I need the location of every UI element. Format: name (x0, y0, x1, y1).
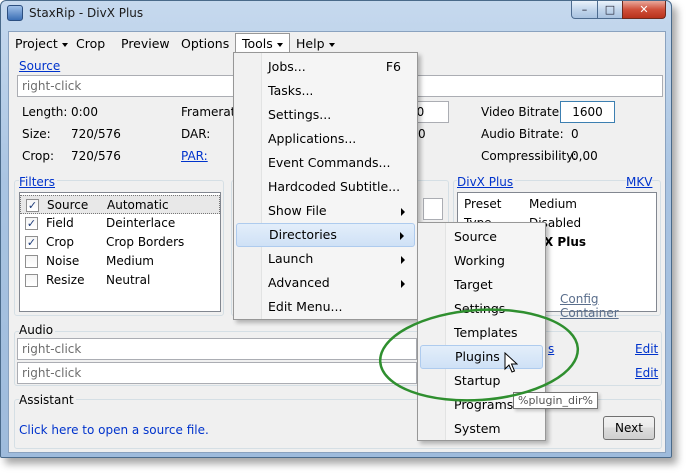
encoder-row-name: Preset (464, 197, 502, 211)
check-icon[interactable]: ✓ (26, 199, 39, 212)
submenu-arrow-icon (400, 232, 404, 240)
mouse-cursor-icon (504, 352, 518, 373)
dar-label: DAR: (181, 127, 211, 141)
source-link[interactable]: Source (19, 59, 60, 73)
menu-item-settings[interactable]: Settings... (236, 104, 415, 128)
size-label: Size: (22, 127, 51, 141)
filter-row-resize[interactable]: Resize Neutral (20, 271, 220, 290)
encoder-link[interactable]: DivX Plus (457, 175, 516, 189)
filter-row-source[interactable]: ✓ Source Automatic (20, 195, 220, 214)
audio-track2-field[interactable]: right-click (17, 362, 417, 384)
length-value: 0:00 (71, 105, 98, 119)
submenu-arrow-icon (401, 208, 405, 216)
menu-item-advanced[interactable]: Advanced (236, 272, 415, 296)
shortcut-label: F6 (385, 59, 401, 74)
title-bar[interactable]: StaxRip - DivX Plus – □ ✕ (1, 1, 671, 27)
highlight-ellipse (378, 308, 580, 402)
menu-tools[interactable]: Tools (235, 33, 290, 53)
menu-item-launch[interactable]: Launch (236, 248, 415, 272)
partial-field (423, 198, 443, 220)
filters-link[interactable]: Filters (19, 175, 57, 189)
audio-track1-field[interactable]: right-click (17, 338, 417, 360)
filters-list: ✓ Source Automatic ✓ Field Deinterlace ✓… (19, 192, 221, 312)
dir-item-source[interactable]: Source (420, 226, 543, 250)
menu-item-tasks[interactable]: Tasks... (236, 80, 415, 104)
dir-item-working[interactable]: Working (420, 250, 543, 274)
audio-edit-link-2[interactable]: Edit (635, 366, 658, 380)
menu-help[interactable]: Help (296, 36, 335, 51)
check-icon[interactable]: ✓ (25, 217, 38, 230)
filter-value: Medium (106, 254, 154, 268)
minimize-button[interactable]: – (571, 1, 598, 19)
tools-menu: Jobs... F6 Tasks... Settings... Applicati… (233, 52, 418, 320)
filter-row-crop[interactable]: ✓ Crop Crop Borders (20, 233, 220, 252)
filter-row-noise[interactable]: Noise Medium (20, 252, 220, 271)
video-bitrate-field[interactable]: 1600 (560, 101, 615, 123)
audio-bitrate-value: 0 (571, 127, 579, 141)
menu-item-applications[interactable]: Applications... (236, 128, 415, 152)
menu-item-hardcoded-subtitle[interactable]: Hardcoded Subtitle... (236, 176, 415, 200)
chevron-down-icon (276, 42, 283, 47)
submenu-arrow-icon (401, 256, 405, 264)
app-icon (7, 5, 23, 21)
checkbox[interactable] (25, 255, 38, 268)
filter-value: Crop Borders (106, 235, 185, 249)
filter-value: Deinterlace (106, 216, 176, 230)
dir-item-system[interactable]: System (420, 418, 543, 442)
crop-label: Crop: (22, 149, 55, 163)
container-link[interactable]: MKV (626, 175, 653, 189)
check-icon[interactable]: ✓ (25, 236, 38, 249)
filter-value: Neutral (106, 273, 151, 287)
video-bitrate-label: Video Bitrate: (481, 105, 564, 119)
chevron-down-icon (61, 42, 68, 47)
encoder-title: X Plus (544, 235, 587, 249)
menu-bar: Project Crop Preview Options Tools Help (9, 32, 665, 54)
audio-edit-link-1[interactable]: Edit (635, 342, 658, 356)
next-button[interactable]: Next (603, 416, 655, 440)
filter-name: Source (47, 198, 89, 212)
menu-crop[interactable]: Crop (76, 36, 105, 51)
menu-options[interactable]: Options (181, 36, 229, 51)
par-link[interactable]: PAR: (181, 149, 208, 163)
assistant-message-link[interactable]: Click here to open a source file. (19, 423, 209, 437)
close-button[interactable]: ✕ (622, 1, 666, 19)
filter-name: Crop (46, 235, 75, 249)
annotation-ellipse (378, 308, 580, 402)
menu-item-directories[interactable]: Directories (236, 223, 415, 247)
window-title: StaxRip - DivX Plus (29, 6, 144, 20)
filter-name: Noise (46, 254, 80, 268)
menu-item-event-commands[interactable]: Event Commands... (236, 152, 415, 176)
filter-name: Resize (46, 273, 85, 287)
encoder-row-value: Medium (529, 197, 577, 211)
size-value: 720/576 (71, 127, 121, 141)
filter-row-field[interactable]: ✓ Field Deinterlace (20, 214, 220, 233)
chevron-down-icon (328, 42, 335, 47)
checkbox[interactable] (25, 274, 38, 287)
audio-label: Audio (19, 323, 56, 337)
menu-item-jobs[interactable]: Jobs... F6 (236, 56, 415, 80)
submenu-arrow-icon (401, 280, 405, 288)
compressibility-value: 0,00 (571, 149, 598, 163)
crop-value: 720/576 (71, 149, 121, 163)
filter-name: Field (46, 216, 74, 230)
menu-item-show-file[interactable]: Show File (236, 200, 415, 224)
filter-value: Automatic (107, 198, 169, 212)
menu-project[interactable]: Project (15, 36, 68, 51)
assistant-label: Assistant (19, 393, 76, 407)
dir-item-target[interactable]: Target (420, 274, 543, 298)
audio-bitrate-label: Audio Bitrate: (481, 127, 564, 141)
partial-value: 0 (418, 127, 426, 141)
compressibility-label: Compressibility: (481, 149, 577, 163)
maximize-button[interactable]: □ (597, 1, 623, 19)
length-label: Length: (22, 105, 68, 119)
menu-preview[interactable]: Preview (121, 36, 170, 51)
